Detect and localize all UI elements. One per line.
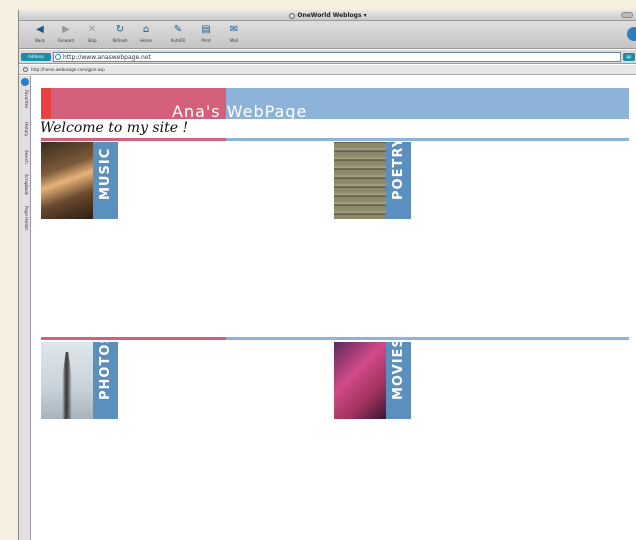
stop-icon: ✕ — [87, 24, 97, 35]
url-input[interactable]: http://www.anaswebpage.net — [53, 52, 621, 62]
sidebar-tab-scrapbook[interactable]: Scrapbook — [19, 174, 31, 200]
home-icon: ⌂ — [142, 24, 150, 35]
sidebar-tab-favorites[interactable]: Favorites — [19, 90, 31, 116]
stop-button[interactable]: ✕ Stop — [79, 24, 105, 47]
back-button[interactable]: ◀ Back — [27, 24, 53, 47]
music-link[interactable]: MUSIC — [41, 142, 118, 219]
welcome-heading: Welcome to my site ! — [40, 120, 189, 136]
toolbar: ◀ Back ▶ Forward ✕ Stop ↻ Refresh ⌂ Home… — [19, 21, 636, 49]
photos-image — [41, 342, 93, 419]
globe-icon — [289, 12, 296, 19]
music-label: MUSIC — [98, 147, 113, 200]
poetry-link[interactable]: POETRY — [334, 142, 411, 219]
refresh-icon: ↻ — [115, 24, 125, 35]
title-bar: OneWorld Weblogs ▾ — [19, 10, 636, 21]
address-bar: Address http://www.anaswebpage.net go — [19, 50, 636, 64]
divider-blue — [226, 337, 629, 340]
poetry-image — [334, 142, 386, 219]
divider-blue — [226, 138, 629, 141]
sidebar-globe-icon — [21, 78, 29, 86]
browser-window: OneWorld Weblogs ▾ ◀ Back ▶ Forward ✕ St… — [18, 10, 636, 540]
movies-image — [334, 342, 386, 419]
forward-button[interactable]: ▶ Forward — [53, 24, 79, 47]
mail-icon: ✉ — [229, 24, 239, 35]
home-button[interactable]: ⌂ Home — [133, 24, 159, 47]
sidebar-tab-search[interactable]: Search — [19, 150, 31, 176]
divider-pink — [41, 138, 226, 141]
divider-pink — [41, 337, 226, 340]
pencil-icon: ✎ — [173, 24, 183, 35]
web-content: Ana's WebPage Welcome to my site ! MUSIC… — [32, 76, 636, 540]
movies-label: MOVIES — [391, 342, 406, 400]
print-button[interactable]: ▤ Print — [193, 24, 219, 47]
explorer-sidebar: Favorites History Search Scrapbook Page … — [19, 76, 31, 540]
go-button[interactable]: go — [623, 53, 635, 61]
status-text: http://home.webusage.com/gpre.asp — [31, 67, 105, 72]
eiffel-tower-image — [56, 352, 78, 419]
sidebar-tab-page-holder[interactable]: Page Holder — [19, 206, 31, 232]
window-title: OneWorld Weblogs — [297, 12, 362, 19]
forward-arrow-icon: ▶ — [62, 24, 70, 35]
autofill-button[interactable]: ✎ AutoFill — [165, 24, 191, 47]
photos-link[interactable]: PHOTOS — [41, 342, 118, 419]
url-text: http://www.anaswebpage.net — [63, 54, 151, 61]
throbber-icon — [627, 27, 636, 41]
site-icon — [55, 54, 61, 60]
address-label: Address — [21, 53, 51, 61]
printer-icon: ▤ — [201, 24, 211, 35]
back-arrow-icon: ◀ — [36, 24, 44, 35]
sidebar-tab-history[interactable]: History — [19, 122, 31, 148]
photos-label: PHOTOS — [98, 342, 113, 400]
music-image — [41, 142, 93, 219]
site-title: Ana's WebPage — [172, 102, 308, 121]
header-red-block — [41, 88, 51, 119]
refresh-button[interactable]: ↻ Refresh — [107, 24, 133, 47]
poetry-label: POETRY — [391, 142, 406, 200]
page-status-icon — [23, 67, 28, 72]
movies-link[interactable]: MOVIES — [334, 342, 411, 419]
toolbar-toggle-button[interactable] — [621, 12, 633, 18]
mail-button[interactable]: ✉ Mail — [221, 24, 247, 47]
status-bar: http://home.webusage.com/gpre.asp — [19, 65, 636, 75]
